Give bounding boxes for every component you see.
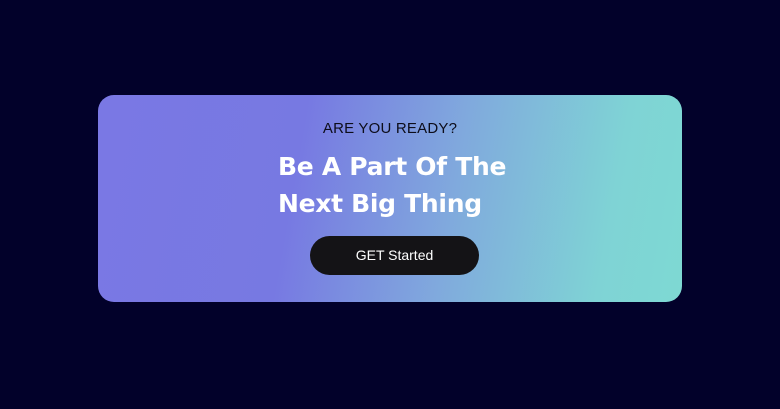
cta-banner: ARE YOU READY? Be A Part Of The Next Big… [98, 95, 682, 302]
headline-line-1: Be A Part Of The [278, 152, 507, 181]
get-started-button[interactable]: GET Started [310, 236, 479, 275]
eyebrow-text: ARE YOU READY? [322, 120, 458, 137]
headline-line-2: Next Big Thing [278, 189, 482, 218]
headline: Be A Part Of The Next Big Thing [278, 148, 598, 222]
